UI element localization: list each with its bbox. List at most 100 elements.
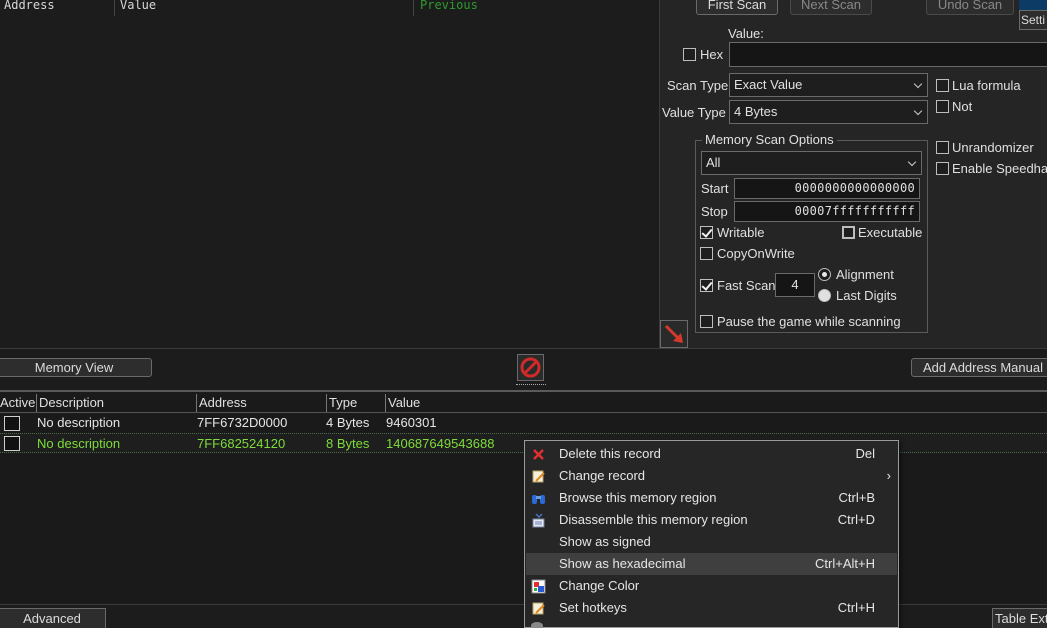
results-header-previous[interactable]: Previous bbox=[420, 0, 478, 12]
chevron-down-icon bbox=[913, 79, 923, 89]
results-header-divider bbox=[413, 0, 414, 16]
last-digits-radio[interactable] bbox=[818, 289, 831, 302]
menu-item-browse-memory[interactable]: Browse this memory region Ctrl+B bbox=[526, 487, 897, 509]
undo-scan-button[interactable]: Undo Scan bbox=[926, 0, 1014, 15]
unrandomizer-checkbox[interactable] bbox=[936, 141, 949, 154]
menu-item-show-signed[interactable]: Show as signed bbox=[526, 531, 897, 553]
start-label: Start bbox=[701, 181, 729, 196]
value-label: Value: bbox=[728, 26, 764, 41]
arrow-down-right-icon bbox=[664, 324, 683, 343]
memory-region-select[interactable]: All bbox=[701, 151, 922, 175]
writable-checkbox[interactable] bbox=[700, 226, 713, 239]
menu-item-set-hotkeys[interactable]: Set hotkeys Ctrl+H bbox=[526, 597, 897, 619]
row-type: 8 Bytes bbox=[326, 436, 370, 451]
gear-icon bbox=[531, 622, 543, 628]
menu-item-shortcut: Ctrl+H bbox=[837, 600, 875, 615]
copy-on-write-label: CopyOnWrite bbox=[717, 246, 795, 261]
menu-item-shortcut: Ctrl+D bbox=[837, 512, 875, 527]
scan-panel: First Scan Next Scan Undo Scan Setti Val… bbox=[659, 0, 1047, 348]
menu-item-label: Change Color bbox=[559, 578, 640, 593]
menu-item-change-color[interactable]: Change Color bbox=[526, 575, 897, 597]
menu-item-show-hexadecimal[interactable]: Show as hexadecimal Ctrl+Alt+H bbox=[526, 553, 897, 575]
delete-icon bbox=[533, 449, 544, 460]
value-input[interactable] bbox=[729, 42, 1047, 67]
advanced-options-button[interactable]: Advanced Options bbox=[0, 608, 106, 628]
scan-type-value: Exact Value bbox=[734, 77, 803, 92]
chevron-down-icon bbox=[913, 106, 923, 116]
results-header-address[interactable]: Address bbox=[4, 0, 55, 12]
menu-item-label: Show as signed bbox=[559, 534, 651, 549]
next-scan-button[interactable]: Next Scan bbox=[790, 0, 872, 15]
middle-toolbar: Memory View Add Address Manual bbox=[0, 348, 1047, 388]
lua-formula-checkbox[interactable] bbox=[936, 79, 949, 92]
results-header-value[interactable]: Value bbox=[120, 0, 156, 12]
value-type-label: Value Type bbox=[662, 105, 726, 120]
not-label: Not bbox=[952, 99, 973, 114]
menu-item-shortcut: Del bbox=[855, 446, 875, 461]
menu-item-label: Disassemble this memory region bbox=[559, 512, 748, 527]
scan-results-list[interactable]: Address Value Previous bbox=[0, 0, 658, 348]
disassemble-icon bbox=[532, 513, 545, 528]
hex-label: Hex bbox=[700, 47, 724, 62]
column-type[interactable]: Type bbox=[326, 394, 385, 412]
binoculars-icon bbox=[532, 495, 545, 504]
active-checkbox[interactable] bbox=[4, 436, 20, 451]
row-description: No description bbox=[37, 436, 121, 451]
table-row[interactable]: No description 7FF6732D0000 4 Bytes 9460… bbox=[0, 413, 1047, 433]
not-checkbox[interactable] bbox=[936, 100, 949, 113]
no-entry-icon bbox=[520, 357, 541, 378]
menu-item-label: Change record bbox=[559, 468, 645, 483]
hex-checkbox[interactable] bbox=[683, 48, 696, 61]
executable-checkbox[interactable] bbox=[842, 226, 855, 239]
add-address-manually-button[interactable]: Add Address Manual bbox=[911, 358, 1047, 377]
pause-game-label: Pause the game while scanning bbox=[717, 314, 901, 329]
memory-scan-options-title: Memory Scan Options bbox=[702, 132, 837, 147]
row-value: 9460301 bbox=[386, 415, 437, 430]
copy-on-write-checkbox[interactable] bbox=[700, 247, 713, 260]
column-description[interactable]: Description bbox=[36, 394, 196, 412]
settings-button[interactable]: Setti bbox=[1019, 10, 1047, 30]
chevron-right-icon: › bbox=[886, 468, 891, 483]
row-address: 7FF6732D0000 bbox=[197, 415, 288, 430]
menu-item-change-record[interactable]: Change record › bbox=[526, 465, 897, 487]
row-type: 4 Bytes bbox=[326, 415, 370, 430]
speedhack-label: Enable Speedha bbox=[952, 161, 1047, 176]
alignment-label: Alignment bbox=[836, 267, 894, 282]
speedhack-checkbox[interactable] bbox=[936, 162, 949, 175]
executable-label: Executable bbox=[858, 225, 923, 240]
scan-type-select[interactable]: Exact Value bbox=[729, 73, 928, 97]
row-description: No description bbox=[37, 415, 121, 430]
column-value[interactable]: Value bbox=[385, 394, 1047, 412]
fast-scan-input[interactable]: 4 bbox=[775, 273, 815, 297]
writable-label: Writable bbox=[717, 225, 765, 240]
value-type-select[interactable]: 4 Bytes bbox=[729, 100, 928, 124]
cheat-engine-logo[interactable] bbox=[1019, 0, 1047, 10]
edit-icon bbox=[532, 470, 545, 483]
active-checkbox[interactable] bbox=[4, 416, 20, 431]
column-address[interactable]: Address bbox=[196, 394, 326, 412]
splitter-handle[interactable] bbox=[516, 384, 546, 385]
clear-list-button[interactable] bbox=[517, 354, 544, 381]
memory-view-button[interactable]: Memory View bbox=[0, 358, 152, 377]
stop-label: Stop bbox=[701, 204, 728, 219]
menu-item-delete-record[interactable]: Delete this record Del bbox=[526, 443, 897, 465]
context-menu: Delete this record Del Change record › B… bbox=[524, 440, 899, 628]
column-active[interactable]: Active bbox=[0, 394, 36, 412]
start-address-input[interactable]: 0000000000000000 bbox=[734, 178, 920, 199]
fast-scan-label: Fast Scan bbox=[717, 278, 776, 293]
last-digits-label: Last Digits bbox=[836, 288, 897, 303]
fast-scan-checkbox[interactable] bbox=[700, 279, 713, 292]
unrandomizer-label: Unrandomizer bbox=[952, 140, 1034, 155]
menu-item-label: Show as hexadecimal bbox=[559, 556, 686, 571]
row-value: 140687649543688 bbox=[386, 436, 495, 451]
first-scan-button[interactable]: First Scan bbox=[696, 0, 778, 15]
pause-game-checkbox[interactable] bbox=[700, 315, 713, 328]
stop-address-input[interactable]: 00007fffffffffff bbox=[734, 201, 920, 222]
row-address: 7FF682524120 bbox=[197, 436, 286, 451]
results-header-divider bbox=[114, 0, 115, 16]
add-to-list-arrow-button[interactable] bbox=[660, 320, 688, 348]
menu-item-disassemble[interactable]: Disassemble this memory region Ctrl+D bbox=[526, 509, 897, 531]
alignment-radio[interactable] bbox=[818, 268, 831, 281]
table-extras-button[interactable]: Table Ext bbox=[992, 608, 1047, 628]
chevron-down-icon bbox=[907, 157, 917, 167]
